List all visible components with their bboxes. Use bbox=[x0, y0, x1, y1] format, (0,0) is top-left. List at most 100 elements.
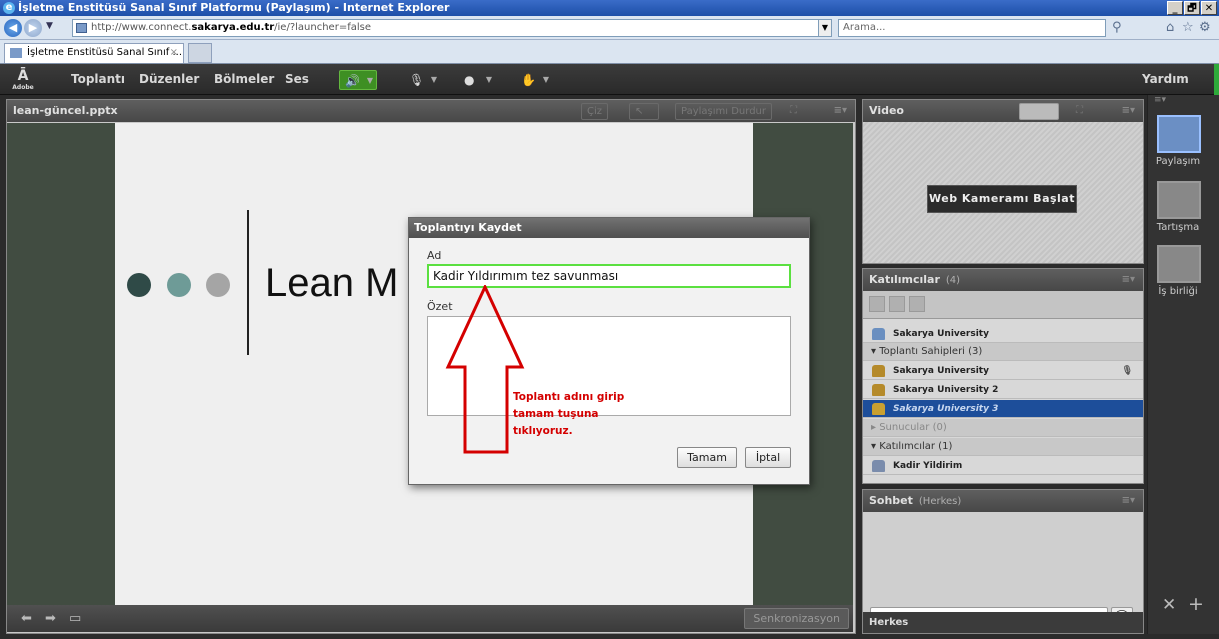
chat-pod: Sohbet(Herkes) ≡▾ 💬 Herkes bbox=[862, 489, 1144, 634]
previous-slide-icon[interactable]: ⬅ bbox=[21, 611, 32, 626]
attendees-list: Sakarya University ▾ Toplantı Sahipleri … bbox=[863, 291, 1143, 483]
chat-pod-header: Sohbet (Herkes) ≡▾ bbox=[863, 490, 1143, 512]
video-pod-header: Video ⛶ ≡▾ bbox=[863, 100, 1143, 122]
gear-icon[interactable]: ⚙ bbox=[1199, 20, 1211, 35]
menu-help[interactable]: Yardım bbox=[1142, 64, 1189, 95]
close-tab-icon[interactable]: × bbox=[170, 44, 178, 62]
url-field[interactable]: http://www.connect.sakarya.edu.tr/ie/?la… bbox=[72, 19, 832, 37]
back-icon[interactable]: ◀ bbox=[4, 19, 22, 37]
microphone-icon: 🎙 bbox=[409, 73, 425, 87]
sidebar-toggle-icon[interactable]: ▭ bbox=[69, 611, 81, 626]
attendees-menu-icon[interactable]: ≡▾ bbox=[1122, 269, 1135, 291]
minimize-button[interactable]: _ bbox=[1167, 1, 1183, 15]
close-window-button[interactable]: ✕ bbox=[1201, 1, 1217, 15]
speaker-icon: 🔊 bbox=[345, 74, 360, 88]
dialog-title: Toplantıyı Kaydet bbox=[409, 218, 809, 238]
cancel-button[interactable]: İptal bbox=[745, 447, 791, 468]
video-fullscreen-icon[interactable]: ⛶ bbox=[1071, 103, 1088, 120]
tab-bar: İşletme Enstitüsü Sanal Sınıf ... × bbox=[0, 40, 1219, 64]
layout-discussion-label[interactable]: Tartışma bbox=[1148, 222, 1208, 233]
attendee-row[interactable]: Sakarya University bbox=[863, 325, 1143, 343]
share-pod-title: lean-güncel.pptx bbox=[13, 104, 118, 117]
share-pod-header: lean-güncel.pptx Çiz ↖ Paylaşımı Durdur … bbox=[7, 100, 855, 122]
menu-layouts[interactable]: Düzenler bbox=[139, 64, 199, 95]
grid-view-icon[interactable] bbox=[889, 296, 905, 312]
pod-menu-icon[interactable]: ≡▾ bbox=[834, 100, 847, 122]
layout-collaboration-label[interactable]: İş birliği bbox=[1148, 286, 1208, 297]
fullscreen-icon[interactable]: ⛶ bbox=[785, 103, 802, 120]
tab-page-icon bbox=[10, 48, 22, 58]
pointer-icon: ↖ bbox=[635, 106, 644, 117]
tools-icon[interactable]: ✕ bbox=[1162, 595, 1176, 615]
microphone-button[interactable]: 🎙 ▼ bbox=[404, 70, 440, 90]
raise-hand-button[interactable]: ✋ ▼ bbox=[516, 70, 552, 90]
video-menu-icon[interactable]: ≡▾ bbox=[1122, 100, 1135, 122]
microphone-status-icon: 🎙 bbox=[1121, 366, 1133, 376]
name-label: Ad bbox=[427, 249, 442, 262]
draw-button[interactable]: Çiz bbox=[581, 103, 609, 120]
video-layout-icon[interactable] bbox=[1019, 103, 1059, 120]
host-icon bbox=[872, 384, 885, 396]
slide-dot bbox=[206, 273, 230, 297]
share-pod-footer: ⬅ ➡ ▭ Senkronizasyon bbox=[7, 605, 853, 632]
menu-audio[interactable]: Ses bbox=[285, 64, 309, 95]
layouts-bar: ≡▾ Paylaşım Tartışma İş birliği ✕ + bbox=[1147, 95, 1219, 634]
list-view-icon[interactable] bbox=[869, 296, 885, 312]
attendee-group-presenters[interactable]: ▸ Sunucular (0) bbox=[863, 419, 1143, 437]
restore-button[interactable]: 🗗 bbox=[1184, 1, 1200, 15]
chat-recipient[interactable]: Herkes bbox=[869, 612, 919, 633]
favorites-star-icon[interactable]: ☆ bbox=[1182, 20, 1194, 35]
next-slide-icon[interactable]: ➡ bbox=[45, 611, 56, 626]
slide-title: Lean M bbox=[265, 261, 399, 305]
menu-meeting[interactable]: Toplantı bbox=[71, 64, 125, 95]
sync-button[interactable]: Senkronizasyon bbox=[744, 608, 849, 629]
menu-pods[interactable]: Bölmeler bbox=[214, 64, 274, 95]
add-layout-icon[interactable]: + bbox=[1188, 593, 1204, 615]
chat-footer: Herkes bbox=[863, 612, 1143, 633]
layout-sharing-label[interactable]: Paylaşım bbox=[1148, 156, 1208, 167]
stop-sharing-button[interactable]: Paylaşımı Durdur bbox=[675, 103, 772, 120]
video-pod: Video ⛶ ≡▾ Web Kameramı Başlat bbox=[862, 99, 1144, 264]
chat-menu-icon[interactable]: ≡▾ bbox=[1122, 490, 1135, 512]
layout-discussion-thumbnail[interactable] bbox=[1157, 181, 1201, 219]
attendee-row[interactable]: Sakarya University 🎙 bbox=[863, 362, 1143, 380]
webcam-icon: ● bbox=[464, 73, 475, 87]
connect-menubar: Ā Adobe Toplantı Düzenler Bölmeler Ses 🔊 ▼… bbox=[0, 64, 1219, 95]
address-bar-row: ◀ ▶ ▼ http://www.connect.sakarya.edu.tr/… bbox=[0, 16, 1219, 40]
attendee-group-hosts[interactable]: ▾ Toplantı Sahipleri (3) bbox=[863, 343, 1143, 361]
pointer-button[interactable]: ↖ bbox=[629, 103, 659, 120]
window-title: İşletme Enstitüsü Sanal Sınıf Platformu … bbox=[18, 1, 450, 14]
webcam-button[interactable]: ● ▼ bbox=[459, 70, 495, 90]
search-input[interactable]: Arama... bbox=[838, 19, 1106, 37]
phone-user-icon bbox=[872, 328, 885, 340]
attendee-row[interactable]: Sakarya University 2 bbox=[863, 381, 1143, 399]
page-icon bbox=[76, 23, 87, 33]
attendee-count: (4) bbox=[945, 275, 961, 286]
search-icon[interactable]: ⚲ bbox=[1112, 20, 1122, 35]
speaker-button[interactable]: 🔊 ▼ bbox=[339, 70, 377, 90]
browser-tab[interactable]: İşletme Enstitüsü Sanal Sınıf ... × bbox=[4, 43, 184, 63]
forward-icon[interactable]: ▶ bbox=[24, 19, 42, 37]
host-icon bbox=[872, 403, 885, 415]
raise-hand-icon: ✋ bbox=[521, 73, 536, 87]
chat-scope: (Herkes) bbox=[918, 496, 962, 507]
layout-collaboration-thumbnail[interactable] bbox=[1157, 245, 1201, 283]
layouts-menu-icon[interactable]: ≡▾ bbox=[1154, 95, 1166, 105]
attendee-group-participants[interactable]: ▾ Katılımcılar (1) bbox=[863, 438, 1143, 456]
attendee-row[interactable]: Kadir Yildirim bbox=[863, 457, 1143, 475]
slide-divider bbox=[247, 210, 249, 355]
attendees-pod: Katılımcılar (4) ≡▾ Sakarya University ▾ … bbox=[862, 268, 1144, 484]
layout-sharing-thumbnail[interactable] bbox=[1157, 115, 1201, 153]
attendees-toolbar bbox=[863, 291, 1143, 319]
new-tab-button[interactable] bbox=[188, 43, 212, 63]
start-webcam-button[interactable]: Web Kameramı Başlat bbox=[927, 185, 1077, 213]
window-controls: _ 🗗 ✕ bbox=[1167, 1, 1217, 15]
attendees-pod-header: Katılımcılar (4) ≡▾ bbox=[863, 269, 1143, 291]
home-icon[interactable]: ⌂ bbox=[1166, 20, 1174, 35]
ok-button[interactable]: Tamam bbox=[677, 447, 737, 468]
url-dropdown-icon[interactable]: ▼ bbox=[818, 19, 832, 37]
history-dropdown-icon[interactable]: ▼ bbox=[46, 21, 53, 31]
sort-icon[interactable] bbox=[909, 296, 925, 312]
attendee-row-selected[interactable]: Sakarya University 3 bbox=[863, 400, 1143, 418]
host-icon bbox=[872, 365, 885, 377]
